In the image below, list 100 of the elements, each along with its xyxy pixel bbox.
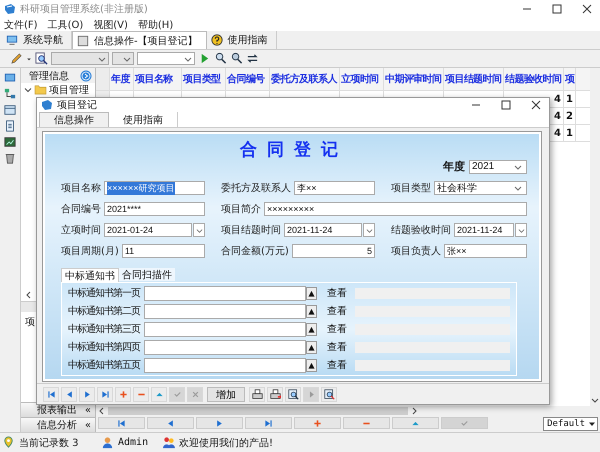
- column-header[interactable]: 项目名称: [134, 68, 182, 90]
- close-icon[interactable]: [531, 100, 541, 110]
- document-icon[interactable]: [4, 120, 16, 132]
- column-header[interactable]: 项: [564, 68, 576, 90]
- input-field[interactable]: 11: [122, 244, 205, 258]
- maximize-icon[interactable]: [501, 100, 511, 110]
- input-field[interactable]: 李××: [294, 181, 375, 195]
- trash-icon[interactable]: [4, 152, 16, 164]
- add-button[interactable]: 增加: [207, 386, 245, 402]
- view-link[interactable]: 查看: [327, 358, 347, 372]
- tab[interactable]: 合同扫描件: [119, 268, 175, 281]
- file-path-field[interactable]: [144, 340, 306, 354]
- scroll-right-icon[interactable]: [410, 407, 418, 415]
- tab[interactable]: 信息操作: [39, 112, 109, 127]
- monitor-icon[interactable]: [4, 72, 16, 84]
- column-header[interactable]: 结题验收时间: [504, 68, 564, 90]
- view-link[interactable]: 查看: [327, 304, 347, 318]
- input-field[interactable]: 2021****: [104, 202, 205, 216]
- upload-button[interactable]: [306, 358, 317, 372]
- tab[interactable]: 中标通知书: [61, 268, 119, 282]
- date-field[interactable]: 2021-01-24: [104, 223, 192, 237]
- view-link[interactable]: 查看: [327, 322, 347, 336]
- collapse-toggle[interactable]: «: [84, 404, 91, 416]
- input-field[interactable]: 张××: [444, 244, 527, 258]
- scroll-down-icon[interactable]: [591, 396, 599, 404]
- field-label: 项目简介: [221, 203, 261, 216]
- swap-icon[interactable]: [246, 52, 259, 65]
- input-field[interactable]: 5: [292, 244, 375, 258]
- column-header[interactable]: 合同编号: [226, 68, 270, 90]
- file-path-field[interactable]: [144, 286, 306, 300]
- select-field[interactable]: 社会科学: [434, 181, 527, 195]
- last-record-icon: [100, 388, 110, 400]
- menu-item[interactable]: 帮助(H): [138, 18, 174, 32]
- date-picker-button[interactable]: [363, 223, 375, 237]
- field-label: 中标通知书第二页: [68, 304, 140, 318]
- toolbar-button[interactable]: [285, 386, 301, 402]
- column-header[interactable]: 项目结题时间: [444, 68, 504, 90]
- view-link[interactable]: 查看: [327, 286, 347, 300]
- next-icon[interactable]: [80, 70, 92, 82]
- app-icon: [4, 3, 16, 15]
- printer-icon: [252, 388, 262, 400]
- column-header[interactable]: 中期评审时间: [384, 68, 444, 90]
- file-path-field[interactable]: [144, 358, 306, 372]
- style-select[interactable]: Default: [543, 417, 598, 431]
- input-field[interactable]: ××××××研究项目: [104, 181, 205, 195]
- scrollbar-thumb[interactable]: [108, 407, 408, 415]
- file-path-field[interactable]: [144, 304, 306, 318]
- window-icon[interactable]: [4, 104, 16, 116]
- column-header[interactable]: 项目类型: [182, 68, 226, 90]
- menu-item[interactable]: 工具(O): [48, 18, 84, 32]
- close-icon[interactable]: [582, 4, 592, 14]
- scroll-left-icon[interactable]: [98, 407, 106, 415]
- tab[interactable]: 使用指南: [206, 31, 277, 49]
- date-field[interactable]: 2021-11-24: [284, 223, 362, 237]
- tree-item[interactable]: 项目管理: [21, 83, 95, 96]
- column-header[interactable]: 年度: [110, 68, 134, 90]
- navigator-button[interactable]: [98, 417, 145, 429]
- upload-button[interactable]: [306, 322, 317, 336]
- table-cell: 1: [566, 94, 573, 104]
- input-field[interactable]: ×××××××××: [264, 202, 527, 216]
- navigator-button[interactable]: [196, 417, 243, 429]
- year-select[interactable]: 2021: [469, 160, 527, 174]
- date-field[interactable]: 2021-11-24: [454, 223, 514, 237]
- date-picker-button[interactable]: [515, 223, 527, 237]
- field-label: 项目名称: [61, 182, 101, 195]
- column-header[interactable]: 立项时间: [340, 68, 384, 90]
- scroll-left-icon[interactable]: [25, 291, 33, 299]
- search-icon[interactable]: [35, 52, 48, 65]
- pencil-icon[interactable]: [10, 52, 23, 65]
- column-header[interactable]: 委托方及联系人: [270, 68, 340, 90]
- menu-item[interactable]: 视图(V): [93, 18, 128, 32]
- navigator-button[interactable]: [245, 417, 292, 429]
- tab-label: 使用指南: [228, 34, 268, 47]
- tab[interactable]: 使用指南: [109, 112, 178, 127]
- section-button[interactable]: 信息分析 «: [21, 417, 95, 432]
- chart-icon[interactable]: [4, 136, 16, 148]
- tab[interactable]: 信息操作-【项目登记】: [72, 31, 207, 49]
- view-link[interactable]: 查看: [327, 340, 347, 354]
- menu-item[interactable]: 文件(F): [4, 18, 38, 32]
- date-picker-button[interactable]: [193, 223, 205, 237]
- user-icon: [101, 436, 114, 449]
- toolbar-button[interactable]: [267, 386, 283, 402]
- search-icon[interactable]: [214, 52, 227, 65]
- user-name: Admin: [118, 437, 150, 448]
- upload-button[interactable]: [306, 304, 317, 318]
- search-icon[interactable]: [230, 52, 243, 65]
- maximize-icon[interactable]: [552, 4, 562, 14]
- field-label: 立项时间: [61, 224, 101, 237]
- network-icon[interactable]: [4, 88, 16, 100]
- file-path-field[interactable]: [144, 322, 306, 336]
- up-triangle-icon: [308, 326, 315, 332]
- up-triangle-icon: [308, 362, 315, 368]
- collapse-toggle[interactable]: «: [84, 420, 91, 430]
- table-cell: 1: [566, 128, 573, 138]
- navigator-button[interactable]: [147, 417, 194, 429]
- toolbar-button[interactable]: [321, 386, 337, 402]
- toolbar-button[interactable]: [249, 386, 265, 402]
- combo-box[interactable]: [112, 52, 134, 65]
- upload-button[interactable]: [306, 340, 317, 354]
- upload-button[interactable]: [306, 286, 317, 300]
